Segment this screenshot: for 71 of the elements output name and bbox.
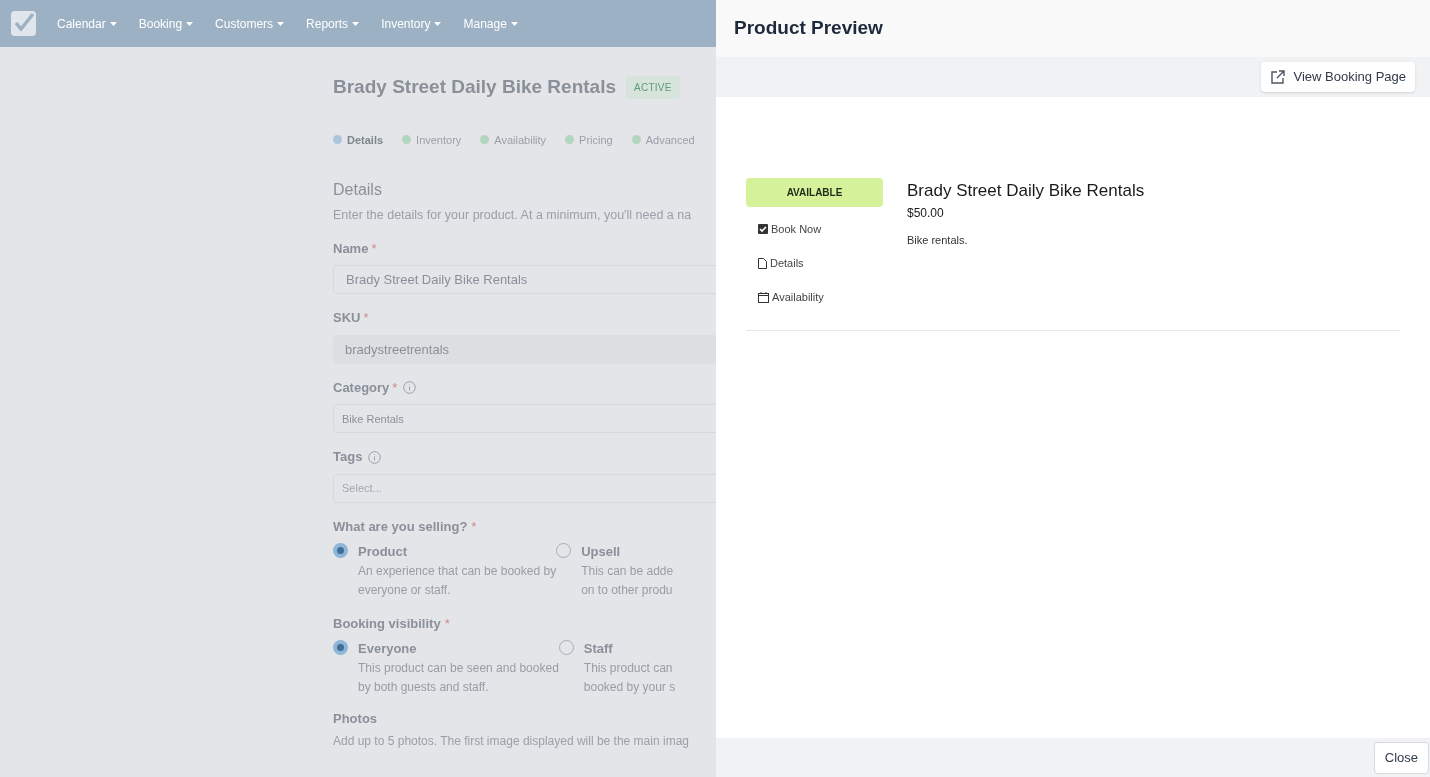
field-label: Name: [333, 239, 369, 258]
radio-button[interactable]: [333, 640, 348, 656]
option-label: Everyone: [358, 640, 418, 659]
photos-hint: Add up to 5 photos. The first image displayed will be the main imag: [333, 733, 690, 751]
section-title: Details: [333, 180, 383, 200]
field-label: Category: [333, 378, 390, 397]
required-mark: *: [471, 517, 477, 536]
select-field[interactable]: Bike Rentals: [333, 404, 716, 434]
input-field[interactable]: Brady Street Daily Bike Rentals: [333, 265, 716, 295]
option-description: This product can be seen and booked: [358, 659, 559, 677]
step-tab[interactable]: Inventory: [416, 131, 462, 148]
info-icon[interactable]: [368, 450, 382, 464]
info-icon[interactable]: [403, 381, 417, 394]
caret-icon: [434, 21, 442, 26]
photos-label: Photos: [333, 709, 379, 728]
nav-menu-item[interactable]: Booking: [138, 14, 194, 33]
nav-menu-item[interactable]: Inventory: [381, 14, 442, 33]
nav-menu-item[interactable]: Customers: [215, 14, 285, 33]
option-label: Upsell: [581, 543, 622, 562]
option-description: everyone or staff.: [358, 581, 452, 599]
required-mark: *: [444, 614, 450, 633]
product-title: Brady Street Daily Bike Rentals: [333, 75, 616, 99]
caret-icon: [186, 21, 194, 26]
preview-menu-link[interactable]: Availability: [758, 280, 883, 314]
caret-icon: [109, 21, 117, 26]
section-hint: Enter the details for your product. At a minimum, you'll need a na: [333, 207, 693, 224]
nav-menu-item[interactable]: Reports: [306, 14, 360, 33]
caret-icon: [352, 21, 360, 26]
radio-button[interactable]: [556, 543, 572, 559]
field-label: SKU: [333, 309, 361, 328]
caret-icon: [277, 21, 285, 26]
option-description: This can be adde: [581, 562, 674, 580]
select-field[interactable]: Select...: [333, 473, 716, 503]
logo-icon[interactable]: [11, 11, 36, 36]
option-description: This product can: [583, 659, 674, 677]
document-icon: [758, 257, 767, 269]
required-mark: *: [392, 378, 398, 397]
radio-button[interactable]: [558, 640, 574, 656]
product-name: Brady Street Daily Bike Rentals: [907, 180, 1145, 202]
panel-title: Product Preview: [734, 16, 883, 41]
radio-button[interactable]: [333, 543, 348, 559]
option-description: booked by your s: [583, 678, 676, 696]
option-description: by both guests and staff.: [358, 678, 490, 696]
step-tab[interactable]: Details: [347, 131, 384, 148]
option-description: An experience that can be booked by: [358, 562, 557, 580]
group-label: Booking visibility: [333, 614, 441, 633]
caret-icon: [510, 21, 518, 26]
availability-badge: AVAILABLE: [746, 178, 883, 207]
close-button[interactable]: Close: [1373, 741, 1429, 774]
step-tab[interactable]: Availability: [494, 131, 547, 148]
required-mark: *: [371, 239, 377, 258]
input-field[interactable]: bradystreetrentals: [333, 334, 716, 364]
step-tab[interactable]: Pricing: [579, 131, 613, 148]
preview-menu-link[interactable]: Book Now: [758, 212, 883, 246]
status-badge: ACTIVE: [626, 75, 680, 99]
nav-menu-item[interactable]: Manage: [463, 14, 518, 33]
checkbox-icon: [758, 224, 768, 234]
nav-menu-item[interactable]: Calendar: [57, 14, 117, 33]
external-link-icon: [1270, 69, 1286, 85]
product-description: Bike rentals.: [907, 232, 969, 248]
step-tab[interactable]: Advanced: [645, 131, 695, 148]
group-label: What are you selling?: [333, 517, 468, 536]
preview-menu-link[interactable]: Details: [758, 246, 883, 280]
field-label: Tags: [333, 448, 363, 467]
product-price: $50.00: [907, 204, 945, 222]
option-label: Staff: [583, 640, 614, 659]
view-booking-page-button[interactable]: View Booking Page: [1261, 62, 1415, 92]
required-mark: *: [363, 309, 369, 328]
option-description: on to other produ: [581, 581, 674, 599]
calendar-icon: [758, 291, 769, 303]
option-label: Product: [358, 543, 409, 562]
